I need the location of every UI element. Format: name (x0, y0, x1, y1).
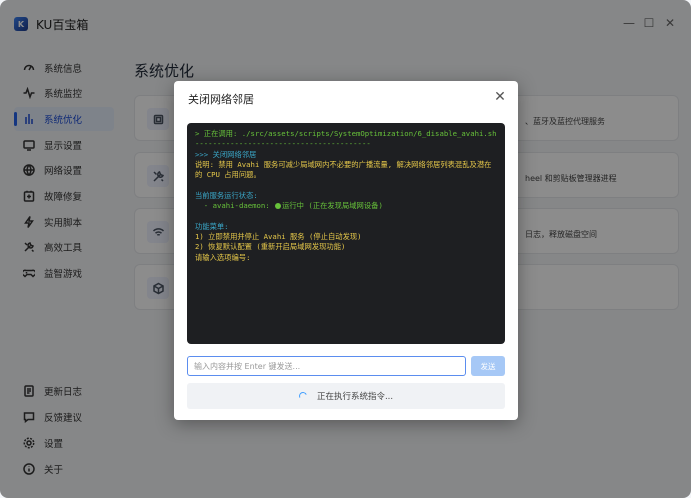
terminal-line-text: 请输入选项编号: (195, 252, 251, 262)
dialog-title: 关闭网络邻居 (188, 93, 254, 106)
terminal-line-text: 当前服务运行状态: (195, 190, 258, 200)
terminal-line: ---------------------------------------- (195, 139, 497, 149)
terminal-line: > 正在调用: ./src/assets/scripts/SystemOptim… (195, 129, 497, 139)
terminal-line: 说明: 禁用 Avahi 服务可减少局域网内不必要的广播流量, 解决网络邻居列表… (195, 160, 497, 181)
terminal-line: - avahi-daemon: 运行中 (正在发现局域网设备) (195, 201, 497, 211)
terminal-line-text: 2) 恢复默认配置 (重新开启局域网发现功能) (195, 242, 346, 252)
terminal-line: 功能菜单: (195, 222, 497, 232)
app-window: K KU百宝箱 — ☐ ✕ 系统信息 系统监控 系统优化 显示设置 网络设置 故… (0, 0, 691, 498)
terminal-line-text: - avahi-daemon: (195, 201, 275, 211)
status-dot-icon (275, 202, 282, 209)
close-icon[interactable]: ✕ (492, 89, 508, 105)
terminal-line: 当前服务运行状态: (195, 191, 497, 201)
send-button[interactable]: 发送 (471, 356, 505, 376)
status-text: 正在执行系统指令... (316, 392, 394, 402)
execution-status: 正在执行系统指令... (187, 383, 505, 409)
terminal-line: >>> 关闭网络邻居 (195, 150, 497, 160)
terminal-line-text: >>> 关闭网络邻居 (195, 149, 257, 159)
disable-network-neighborhood-dialog: 关闭网络邻居 ✕ > 正在调用: ./src/assets/scripts/Sy… (174, 81, 518, 420)
service-status-text: 运行中 (正在发现局域网设备) (282, 201, 383, 211)
command-input[interactable] (187, 356, 466, 376)
loading-spinner-icon (297, 390, 309, 402)
terminal-line-text: 说明: 禁用 Avahi 服务可减少局域网内不必要的广播流量, 解决网络邻居列表… (195, 159, 492, 180)
terminal-line-text: 功能菜单: (195, 221, 229, 231)
terminal-line-text: 1) 立即禁用并停止 Avahi 服务 (停止自动发现) (195, 231, 362, 241)
terminal-line: 2) 恢复默认配置 (重新开启局域网发现功能) (195, 242, 497, 252)
terminal-output: > 正在调用: ./src/assets/scripts/SystemOptim… (187, 123, 505, 344)
terminal-line-text: > 正在调用: ./src/assets/scripts/SystemOptim… (195, 129, 497, 138)
terminal-line: 请输入选项编号: (195, 253, 497, 263)
terminal-line-text: ---------------------------------------- (195, 139, 371, 149)
terminal-line: 1) 立即禁用并停止 Avahi 服务 (停止自动发现) (195, 232, 497, 242)
